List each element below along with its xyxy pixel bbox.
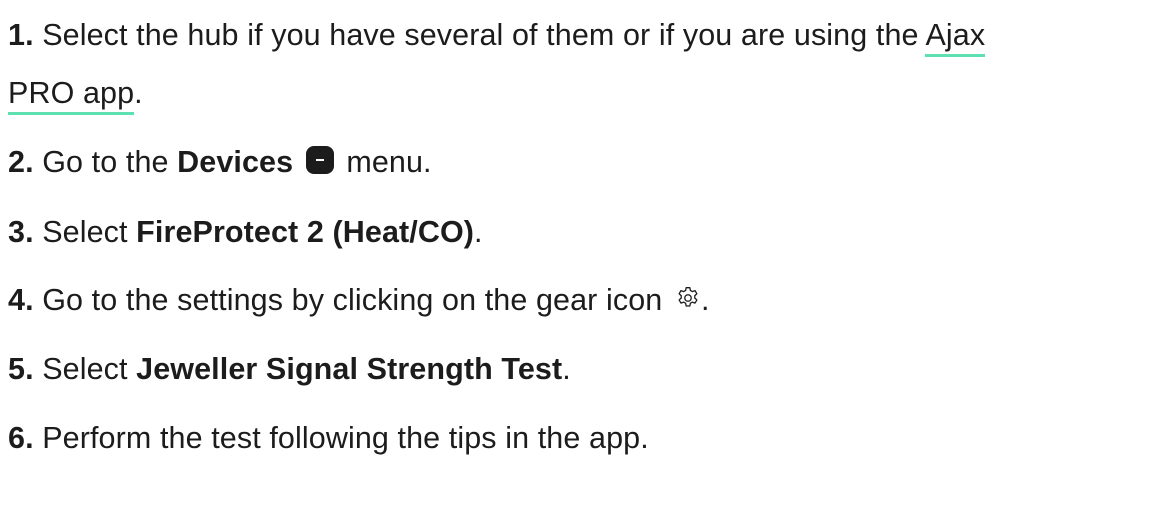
step-number: 5. (8, 352, 34, 386)
step-text-end: . (134, 76, 143, 110)
step-4: 4. Go to the settings by clicking on the… (8, 278, 1145, 322)
step-number: 2. (8, 145, 34, 179)
step-number: 4. (8, 283, 34, 317)
gear-icon (678, 287, 698, 307)
devices-label: Devices (177, 145, 294, 179)
step-text: Go to the settings by clicking on the ge… (42, 283, 663, 317)
step-number: 3. (8, 215, 34, 249)
step-text: Select the hub if you have several of th… (42, 18, 919, 52)
step-2: 2. Go to the Devices menu. (8, 140, 1145, 184)
step-text-end: menu. (346, 145, 432, 179)
step-text: Go to the (42, 145, 169, 179)
step-number: 1. (8, 18, 34, 52)
step-text-end: . (700, 283, 710, 317)
step-3: 3. Select FireProtect 2 (Heat/CO). (8, 210, 1145, 254)
step-text-end: . (474, 215, 483, 249)
link-text-part-2[interactable]: PRO app (8, 76, 134, 110)
step-text: Select (42, 215, 128, 249)
link-text-part-1[interactable]: Ajax (925, 18, 985, 52)
step-6: 6. Perform the test following the tips i… (8, 416, 1145, 460)
step-1: 1. Select the hub if you have several of… (8, 6, 1146, 122)
step-5: 5. Select Jeweller Signal Strength Test. (8, 347, 1145, 391)
step-text: Perform the test following the tips in t… (42, 421, 649, 455)
instruction-steps: 1. Select the hub if you have several of… (0, 0, 1151, 529)
step-number: 6. (8, 421, 34, 455)
device-name: FireProtect 2 (Heat/CO) (136, 215, 475, 249)
devices-icon (305, 146, 334, 174)
step-text: Select (42, 352, 128, 386)
test-name: Jeweller Signal Strength Test (136, 352, 563, 386)
step-text-end: . (562, 352, 571, 386)
